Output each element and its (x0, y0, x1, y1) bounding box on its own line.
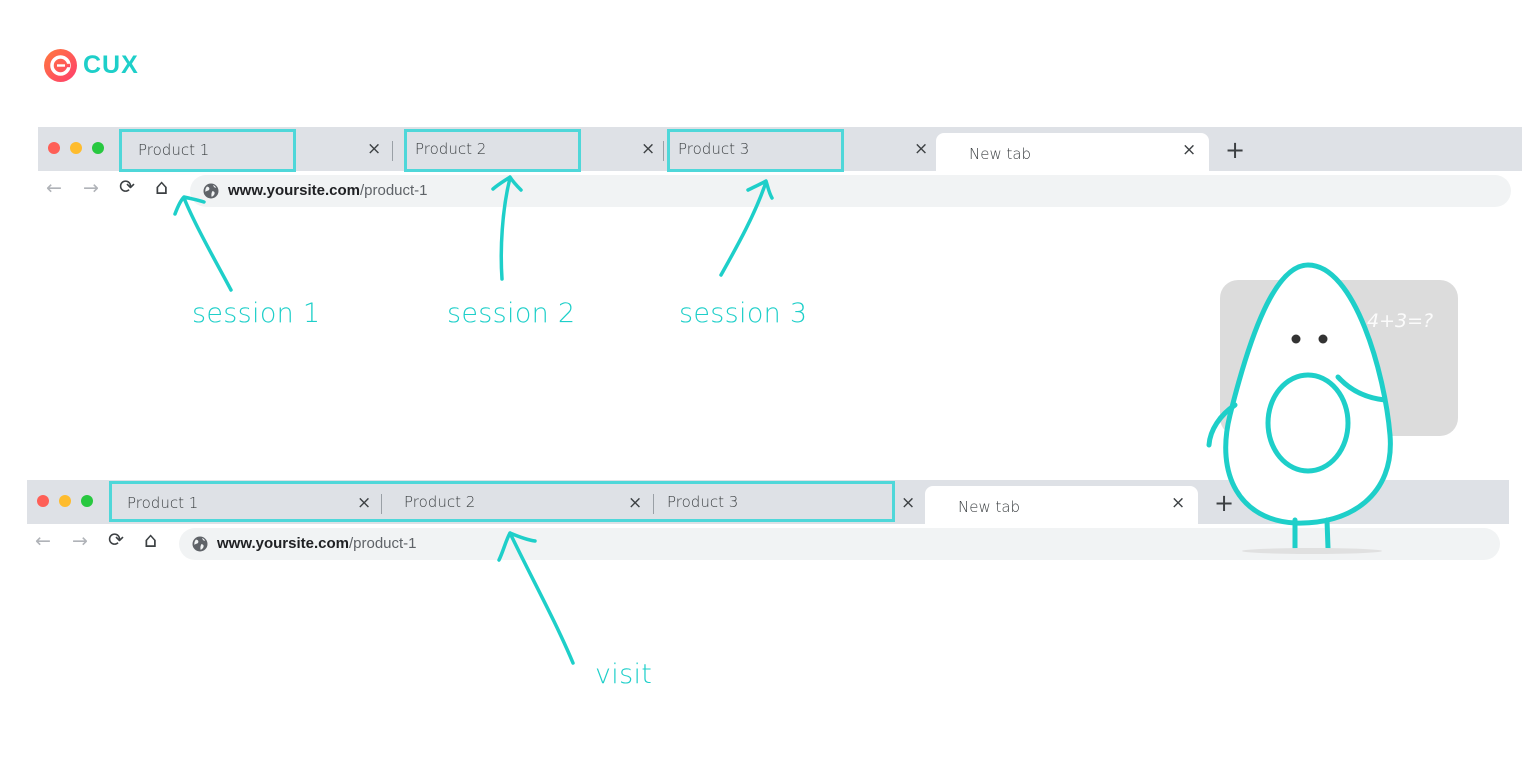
window-controls (48, 142, 104, 154)
reload-icon[interactable]: ⟳ (108, 531, 124, 550)
new-tab-button[interactable]: + (1225, 138, 1245, 162)
back-arrow-icon[interactable]: ← (46, 179, 62, 198)
address-bar[interactable]: www.yoursite.com/product-1 (190, 175, 1511, 207)
tab-separator (392, 141, 393, 161)
close-window-button[interactable] (37, 495, 49, 507)
tab-close-icon[interactable]: × (914, 141, 928, 158)
tab-close-icon[interactable]: × (367, 141, 381, 158)
tab-label: New tab (969, 145, 1032, 163)
url-text: www.yoursite.com/product-1 (228, 182, 428, 199)
cux-logo-icon (44, 49, 77, 82)
label-visit: visit (595, 659, 653, 690)
label-session-2: session 2 (447, 298, 576, 329)
maximize-window-button[interactable] (92, 142, 104, 154)
chalkboard-text: 4+3=? (1367, 310, 1433, 332)
globe-icon (203, 183, 219, 199)
minimize-window-button[interactable] (59, 495, 71, 507)
minimize-window-button[interactable] (70, 142, 82, 154)
tab-close-icon[interactable]: × (1182, 142, 1196, 159)
tab-close-icon[interactable]: × (641, 141, 655, 158)
avocado-eye-left (1291, 334, 1301, 344)
arrow-session-1 (173, 195, 233, 292)
window-controls (37, 495, 93, 507)
tab-new-tab[interactable]: New tab × (925, 486, 1198, 524)
url-path: /product-1 (359, 182, 428, 199)
tab-close-icon[interactable]: × (901, 495, 915, 512)
globe-icon (192, 536, 208, 552)
session-1-highlight (119, 129, 296, 172)
avocado-shadow (1242, 548, 1382, 554)
url-text: www.yoursite.com/product-1 (217, 535, 417, 552)
forward-arrow-icon[interactable]: → (83, 179, 99, 198)
reload-icon[interactable]: ⟳ (119, 178, 135, 197)
close-window-button[interactable] (48, 142, 60, 154)
avocado-mascot: 4+3=? (1206, 262, 1458, 554)
cux-logo: CUX (44, 49, 139, 82)
tab-separator (663, 141, 664, 161)
home-icon[interactable]: ⌂ (155, 177, 168, 198)
url-host: www.yoursite.com (228, 182, 360, 199)
avocado-eye-right (1318, 334, 1328, 344)
url-host: www.yoursite.com (217, 535, 349, 552)
label-session-3: session 3 (679, 298, 808, 329)
avocado-pit (1265, 372, 1351, 474)
visit-highlight (109, 481, 895, 522)
url-path: /product-1 (348, 535, 417, 552)
tab-label: New tab (958, 498, 1021, 516)
session-3-highlight (667, 129, 844, 172)
forward-arrow-icon[interactable]: → (72, 532, 88, 551)
logo-text: CUX (83, 51, 139, 79)
toolbar: ← → ⟳ ⌂ www.yoursite.com/product-1 (38, 171, 1522, 208)
session-2-highlight (404, 129, 581, 172)
avocado-leg-right (1324, 517, 1331, 551)
home-icon[interactable]: ⌂ (144, 530, 157, 551)
maximize-window-button[interactable] (81, 495, 93, 507)
tab-new-tab[interactable]: New tab × (936, 133, 1209, 171)
label-session-1: session 1 (192, 298, 321, 329)
tab-close-icon[interactable]: × (1171, 495, 1185, 512)
back-arrow-icon[interactable]: ← (35, 532, 51, 551)
